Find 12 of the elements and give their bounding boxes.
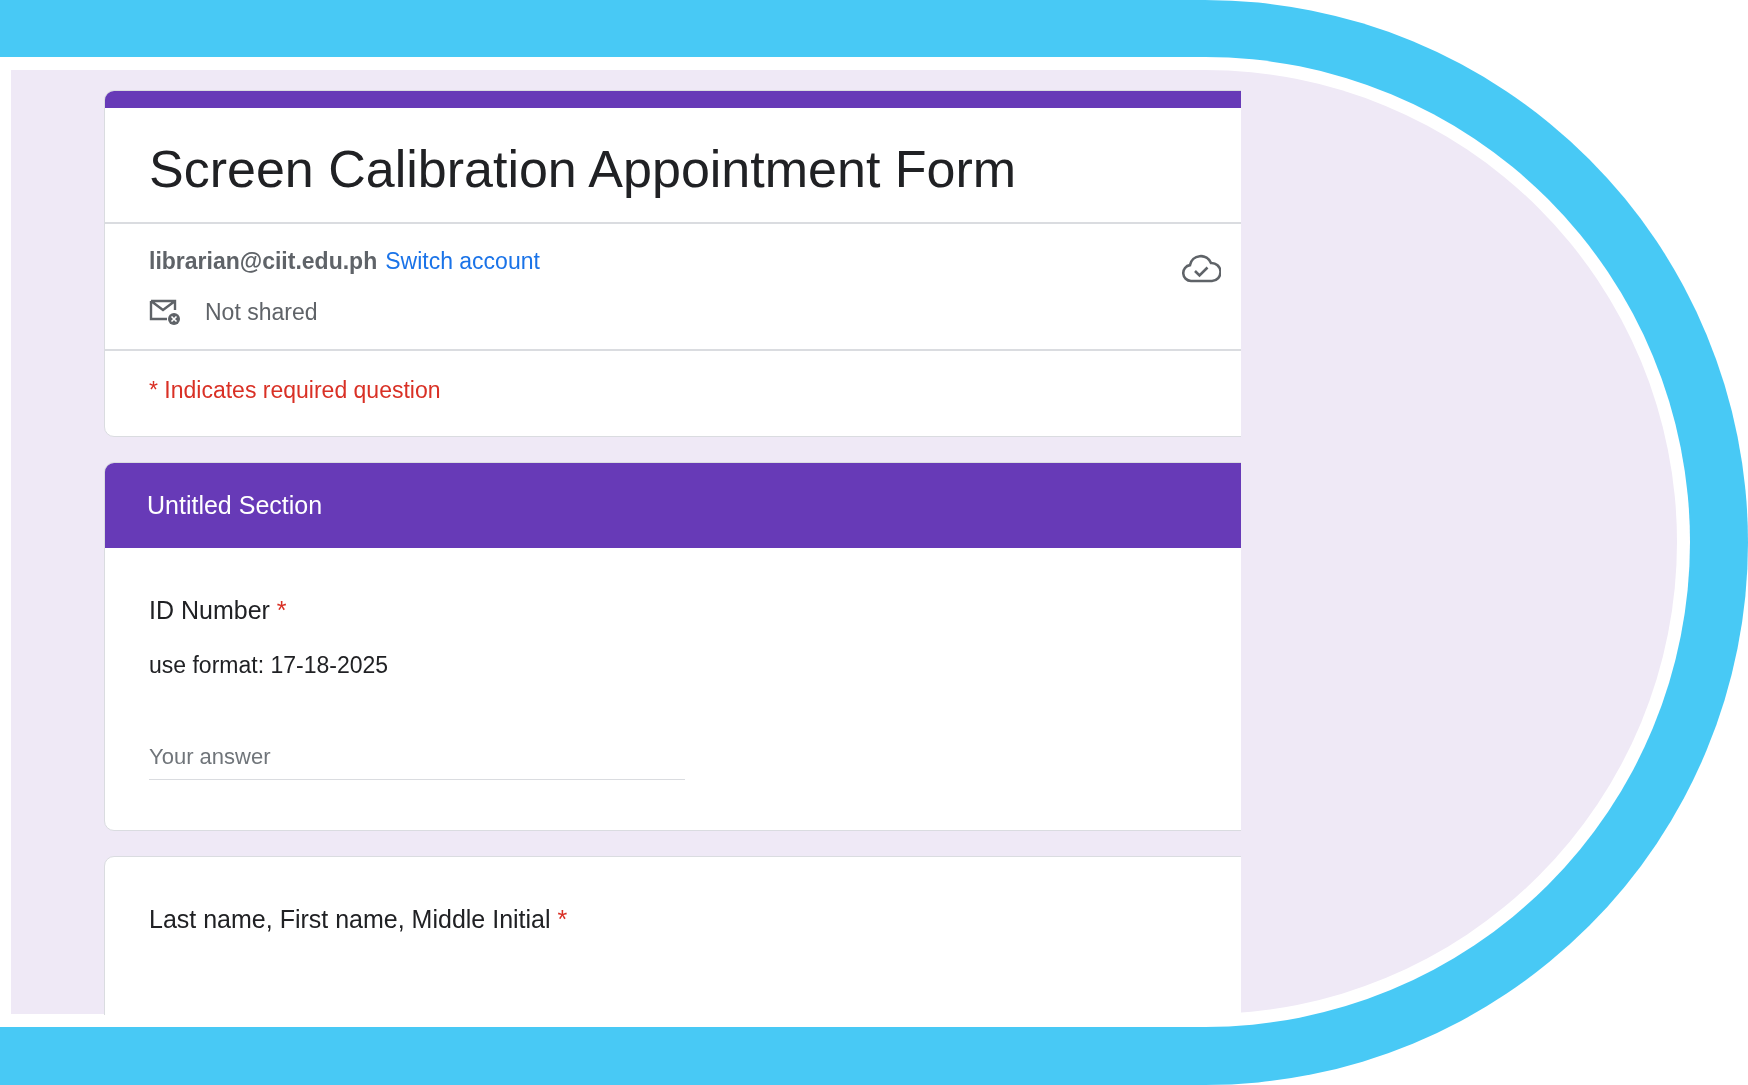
question-title: Last name, First name, Middle Initial * bbox=[149, 904, 569, 936]
answer-field[interactable]: Your answer bbox=[149, 734, 685, 781]
account-email: librarian@ciit.edu.ph bbox=[149, 247, 378, 277]
required-note: * Indicates required question bbox=[148, 376, 442, 406]
section-header: Untitled Section bbox=[105, 462, 1241, 549]
switch-account-link[interactable]: Switch account bbox=[385, 244, 540, 279]
question-title: ID Number * bbox=[149, 595, 288, 627]
sharing-status: Not shared bbox=[205, 297, 318, 327]
mail-blocked-icon bbox=[149, 298, 181, 327]
question-description: use format: 17-18-2025 bbox=[149, 650, 390, 680]
cloud-check-icon bbox=[1181, 254, 1221, 285]
form-title: Screen Calibration Appointment Form bbox=[148, 139, 1018, 200]
